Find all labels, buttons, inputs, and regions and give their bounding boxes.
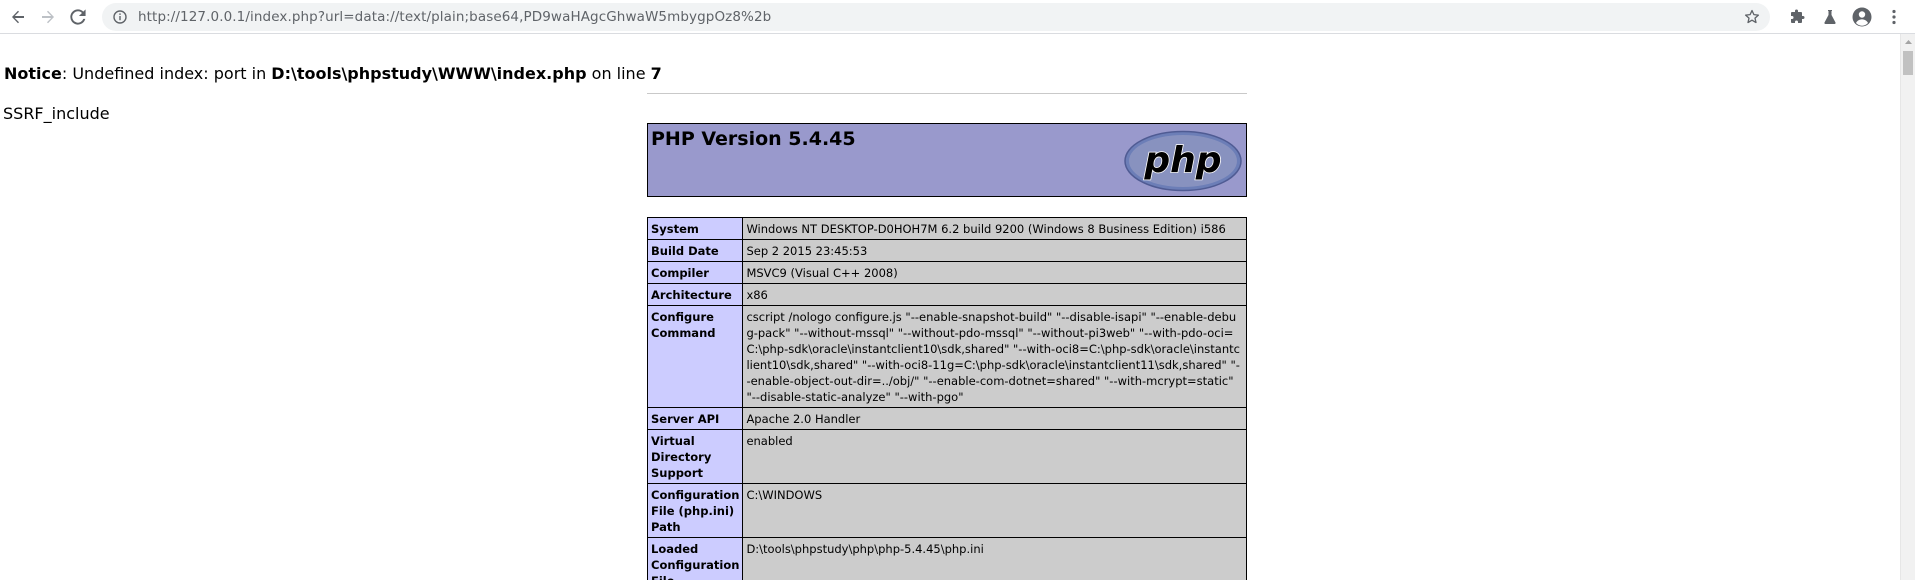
table-row: Virtual Directory Support enabled (646, 429, 1247, 484)
labs-flask-icon[interactable] (1814, 3, 1846, 31)
reload-icon (70, 8, 86, 25)
forward-button[interactable] (34, 3, 62, 31)
vertical-scrollbar[interactable] (1900, 34, 1915, 580)
row-key: Virtual Directory Support (646, 429, 744, 484)
notice-line: 7 (650, 64, 662, 83)
table-row: Architecture x86 (646, 283, 1247, 306)
table-row: Build Date Sep 2 2015 23:45:53 (646, 239, 1247, 262)
menu-kebab-icon[interactable] (1878, 3, 1910, 31)
notice-text-1: : Undefined index: port in (61, 64, 272, 83)
row-key: Architecture (646, 283, 744, 306)
back-button[interactable] (4, 3, 32, 31)
row-key: System (646, 217, 744, 240)
table-row: Loaded Configuration File D:\tools\phpst… (646, 537, 1247, 580)
php-notice: Notice: Undefined index: port in D:\tool… (4, 64, 662, 83)
table-row: System Windows NT DESKTOP-D0HOH7M 6.2 bu… (646, 217, 1247, 240)
profile-avatar-icon[interactable] (1846, 3, 1878, 31)
horizontal-rule (647, 93, 1247, 94)
row-value: D:\tools\phpstudy\php\php-5.4.45\php.ini (742, 537, 1247, 580)
row-value: Sep 2 2015 23:45:53 (742, 239, 1247, 262)
row-value: MSVC9 (Visual C++ 2008) (742, 261, 1247, 284)
url-text[interactable]: http://127.0.0.1/index.php?url=data://te… (138, 9, 771, 25)
row-value: cscript /nologo configure.js "--enable-s… (742, 305, 1247, 408)
arrow-left-icon (10, 9, 26, 25)
table-row: Configuration File (php.ini) Path C:\WIN… (646, 483, 1247, 538)
output-text: SSRF_include (3, 104, 110, 123)
row-value: C:\WINDOWS (742, 483, 1247, 538)
reload-button[interactable] (64, 3, 92, 31)
extensions-puzzle-icon[interactable] (1782, 3, 1814, 31)
row-value: Windows NT DESKTOP-D0HOH7M 6.2 build 920… (742, 217, 1247, 240)
phpinfo-header: PHP Version 5.4.45 php (647, 123, 1247, 197)
row-key: Server API (646, 407, 744, 430)
php-logo: php (1123, 130, 1243, 196)
browser-toolbar: http://127.0.0.1/index.php?url=data://te… (0, 0, 1915, 34)
php-version-title: PHP Version 5.4.45 (651, 128, 856, 150)
row-key: Loaded Configuration File (646, 537, 744, 580)
php-logo-text: php (1143, 140, 1221, 181)
info-icon[interactable] (112, 9, 128, 25)
arrow-right-icon (40, 9, 56, 25)
row-value: x86 (742, 283, 1247, 306)
phpinfo-table: System Windows NT DESKTOP-D0HOH7M 6.2 bu… (646, 217, 1247, 580)
notice-label: Notice (4, 64, 62, 83)
table-row: Configure Command cscript /nologo config… (646, 305, 1247, 408)
page-content: Notice: Undefined index: port in D:\tool… (0, 35, 1900, 580)
phpinfo-container: PHP Version 5.4.45 php System Windows NT… (646, 123, 1247, 580)
row-key: Build Date (646, 239, 744, 262)
table-row: Server API Apache 2.0 Handler (646, 407, 1247, 430)
row-value: Apache 2.0 Handler (742, 407, 1247, 430)
notice-text-2: on line (586, 64, 651, 83)
bookmark-star-icon[interactable] (1744, 9, 1760, 25)
scrollbar-thumb[interactable] (1903, 51, 1913, 75)
table-row: Compiler MSVC9 (Visual C++ 2008) (646, 261, 1247, 284)
scroll-up-arrow-icon[interactable] (1901, 34, 1915, 49)
row-key: Configuration File (php.ini) Path (646, 483, 744, 538)
address-bar[interactable]: http://127.0.0.1/index.php?url=data://te… (102, 3, 1770, 31)
row-key: Compiler (646, 261, 744, 284)
row-value: enabled (742, 429, 1247, 484)
extension-area (1782, 3, 1910, 31)
notice-path: D:\tools\phpstudy\WWW\index.php (271, 64, 587, 83)
row-key: Configure Command (646, 305, 744, 408)
